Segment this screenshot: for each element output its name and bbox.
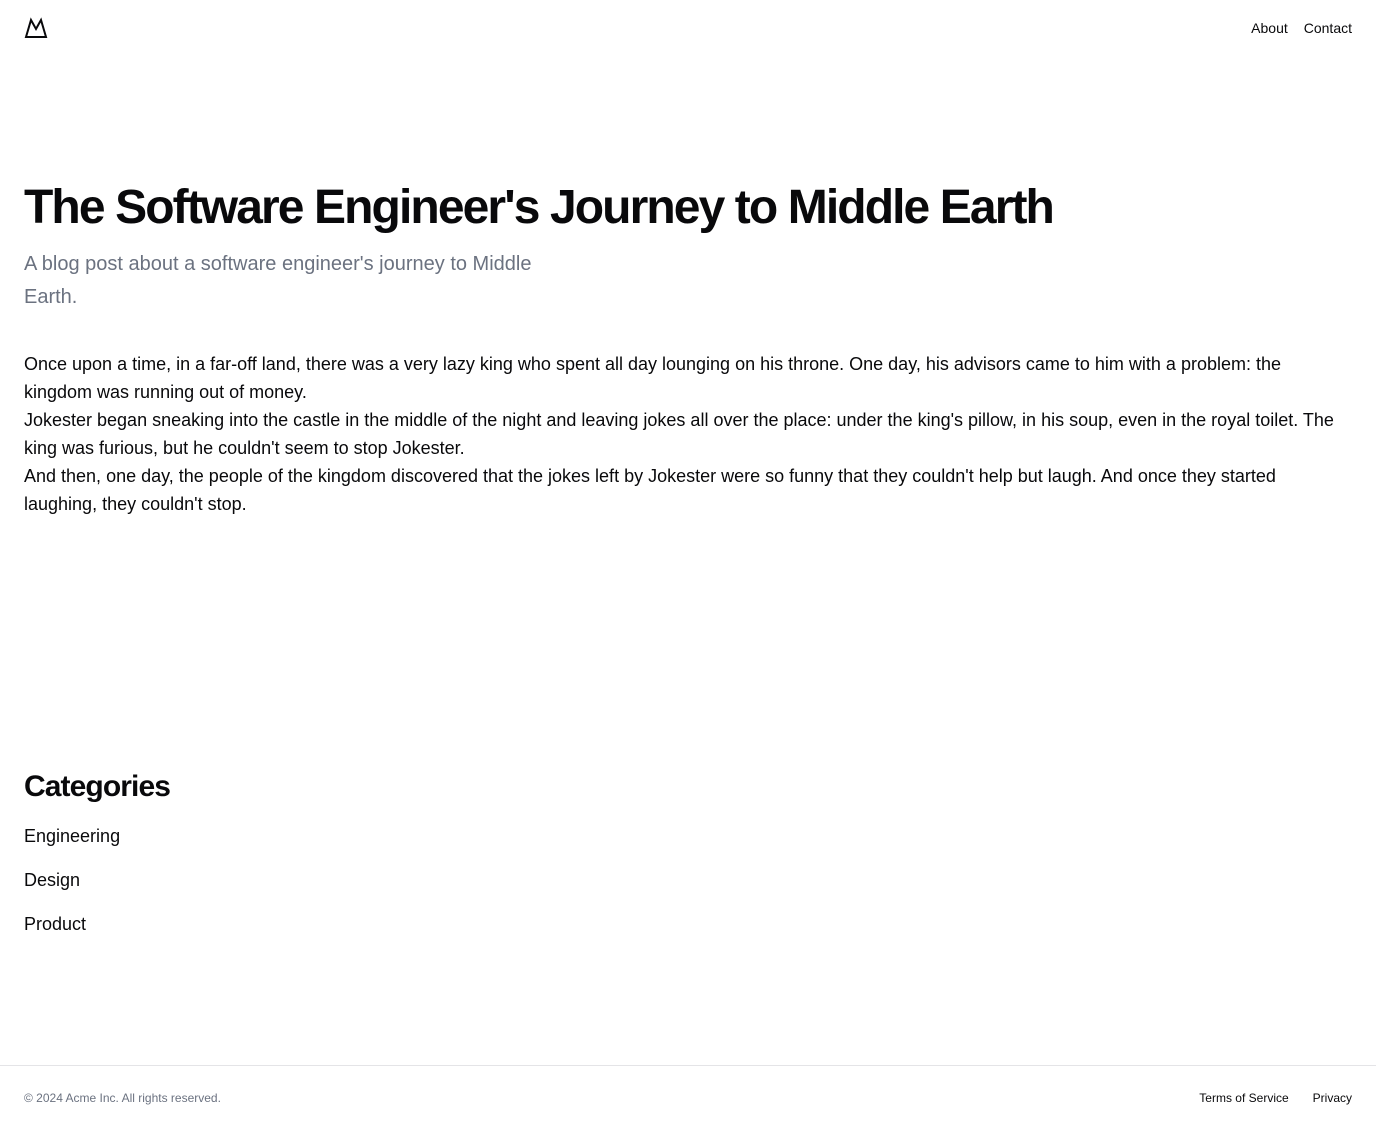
nav-link-about[interactable]: About (1251, 20, 1288, 36)
footer-nav: Terms of Service Privacy (1199, 1091, 1352, 1105)
category-link-product[interactable]: Product (24, 914, 86, 935)
category-link-engineering[interactable]: Engineering (24, 826, 120, 847)
post-subtitle: A blog post about a software engineer's … (24, 253, 532, 308)
category-item: Design (24, 858, 424, 902)
footer-link-privacy[interactable]: Privacy (1313, 1091, 1352, 1105)
post-title: The Software Engineer's Journey to Middl… (24, 181, 1055, 234)
site-footer: © 2024 Acme Inc. All rights reserved. Te… (0, 1065, 1376, 1130)
footer-link-terms[interactable]: Terms of Service (1199, 1091, 1288, 1105)
categories-heading: Categories (24, 770, 171, 803)
post-body: Once upon a time, in a far-off land, the… (24, 350, 1352, 518)
post-paragraph: And then, one day, the people of the kin… (24, 466, 1276, 514)
category-item: Engineering (24, 814, 424, 858)
site-header: About Contact (0, 0, 1376, 56)
category-item: Product (24, 902, 424, 946)
post-article: The Software Engineer's Journey to Middl… (24, 180, 1352, 518)
post-paragraph: Jokester began sneaking into the castle … (24, 410, 1334, 458)
categories-list: Engineering Design Product (24, 814, 424, 946)
category-link-design[interactable]: Design (24, 870, 80, 891)
post-paragraph: Once upon a time, in a far-off land, the… (24, 354, 1282, 402)
nav-link-contact[interactable]: Contact (1304, 20, 1352, 36)
copyright-text: © 2024 Acme Inc. All rights reserved. (24, 1091, 221, 1105)
page: About Contact The Software Engineer's Jo… (0, 0, 1376, 1130)
mountain-icon[interactable] (24, 16, 48, 40)
top-nav: About Contact (1251, 20, 1352, 36)
categories-section: Categories Engineering Design Product (24, 768, 424, 946)
